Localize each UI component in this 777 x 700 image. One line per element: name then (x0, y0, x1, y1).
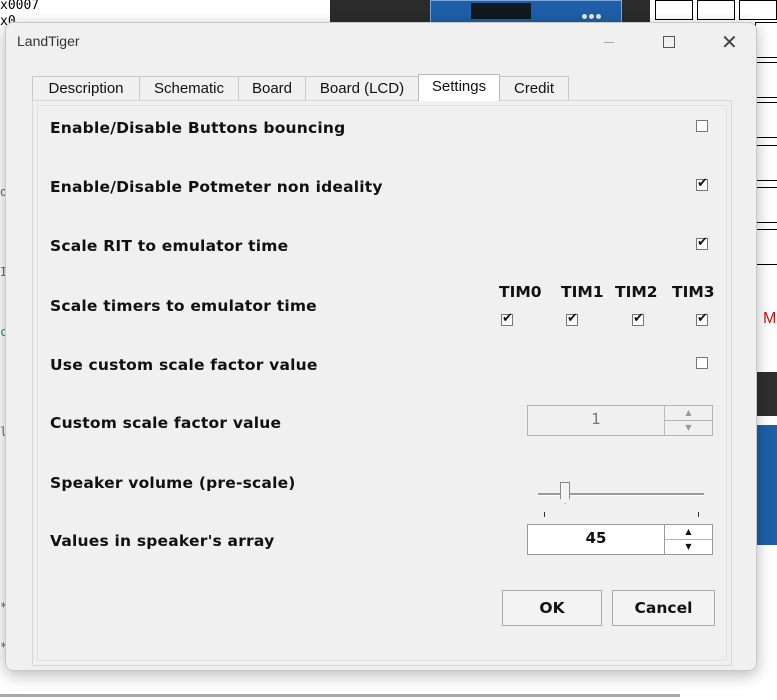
custom-scale-value-label: Custom scale factor value (50, 414, 282, 432)
ok-button[interactable]: OK (502, 590, 602, 626)
tab-description[interactable]: Description (32, 76, 140, 100)
speaker-volume-label: Speaker volume (pre-scale) (50, 474, 296, 492)
tim1-checkbox[interactable]: ✔ (566, 311, 578, 326)
tim0-label: TIM0 (499, 283, 542, 301)
custom-scale-value-spinner[interactable]: 1 ▲ ▼ (527, 405, 713, 436)
tab-schematic[interactable]: Schematic (139, 76, 239, 100)
custom-scale-use-checkbox[interactable] (696, 357, 708, 369)
potmeter-checkbox[interactable]: ✔ (696, 176, 708, 191)
cancel-button[interactable]: Cancel (612, 590, 715, 626)
buttons-bouncing-label: Enable/Disable Buttons bouncing (50, 119, 346, 137)
slider-tick (698, 512, 699, 517)
background-dark-panel (755, 372, 777, 416)
keypad-key[interactable] (739, 0, 777, 20)
check-icon: ✔ (697, 235, 708, 250)
custom-scale-value-input[interactable]: 1 (528, 406, 664, 435)
speaker-values-spinner[interactable]: 45 ▲ ▼ (527, 524, 713, 555)
scale-rit-label: Scale RIT to emulator time (50, 237, 289, 255)
spinner-down-icon[interactable]: ▼ (665, 540, 712, 554)
check-icon: ✔ (567, 311, 578, 326)
check-icon: ✔ (697, 176, 708, 191)
scale-rit-checkbox[interactable]: ✔ (696, 235, 708, 250)
spinner-up-icon[interactable]: ▲ (665, 525, 712, 540)
maximize-icon (663, 36, 675, 48)
keypad-key[interactable] (755, 187, 777, 223)
board-chip (430, 0, 622, 24)
speaker-values-input[interactable]: 45 (528, 525, 664, 554)
tim0-checkbox[interactable]: ✔ (501, 311, 513, 326)
slider-tick (544, 512, 545, 517)
title-bar[interactable]: LandTiger ✕ (6, 23, 756, 61)
window-title: LandTiger (17, 33, 80, 49)
buttons-bouncing-checkbox[interactable] (696, 120, 708, 132)
maximize-button[interactable] (646, 23, 692, 61)
check-icon: ✔ (633, 311, 644, 326)
tim2-label: TIM2 (615, 283, 658, 301)
background-board-edge (755, 425, 777, 545)
close-button[interactable]: ✕ (706, 23, 752, 61)
speaker-values-label: Values in speaker's array (50, 532, 275, 550)
scale-timers-label: Scale timers to emulator time (50, 297, 317, 315)
settings-panel: Enable/Disable Buttons bouncing Enable/D… (32, 100, 732, 666)
code-line: x0007 (0, 0, 40, 13)
close-icon: ✕ (721, 30, 738, 54)
minimize-icon (604, 42, 614, 43)
keypad-key[interactable] (655, 0, 693, 20)
keypad-key[interactable] (755, 102, 777, 138)
check-icon: ✔ (697, 311, 708, 326)
keypad-key[interactable] (755, 229, 777, 265)
tim3-checkbox[interactable]: ✔ (696, 311, 708, 326)
tim3-label: TIM3 (672, 283, 715, 301)
keypad-key[interactable] (755, 62, 777, 98)
tab-settings[interactable]: Settings (418, 74, 500, 101)
spinner-down-icon[interactable]: ▼ (665, 421, 712, 435)
landtiger-dialog: LandTiger ✕ Description Schematic Board … (5, 22, 757, 671)
tim2-checkbox[interactable]: ✔ (632, 311, 644, 326)
keypad-key[interactable] (755, 145, 777, 181)
tab-board-lcd[interactable]: Board (LCD) (305, 76, 419, 100)
keypad-key[interactable] (697, 0, 735, 20)
spinner-up-icon[interactable]: ▲ (665, 406, 712, 421)
minimize-button[interactable] (586, 23, 632, 61)
background-scrollbar[interactable] (0, 694, 680, 697)
slider-thumb[interactable] (560, 482, 570, 504)
potmeter-label: Enable/Disable Potmeter non ideality (50, 178, 383, 196)
custom-scale-use-label: Use custom scale factor value (50, 356, 318, 374)
tim1-label: TIM1 (561, 283, 604, 301)
check-icon: ✔ (502, 311, 513, 326)
tab-credit[interactable]: Credit (499, 76, 569, 100)
speaker-volume-slider[interactable] (538, 469, 704, 519)
tab-board[interactable]: Board (238, 76, 306, 100)
background-red-text: M (763, 310, 777, 327)
keypad-key[interactable] (755, 22, 777, 58)
